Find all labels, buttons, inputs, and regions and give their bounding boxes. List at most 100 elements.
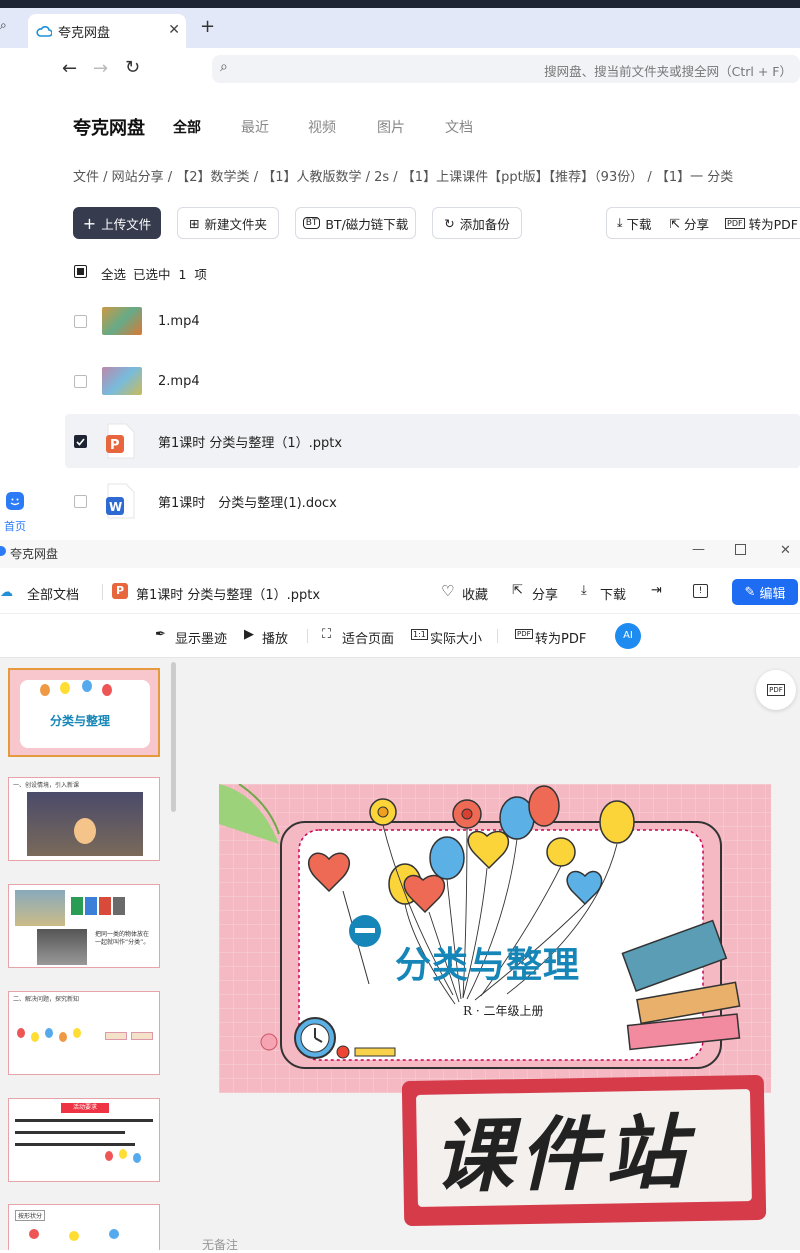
share-icon[interactable]: ⇱ — [670, 216, 680, 231]
close-window-icon[interactable]: ✕ — [780, 543, 791, 558]
window-top-strip — [0, 0, 800, 8]
export-icon[interactable]: ⇥ — [651, 583, 662, 598]
watermark-stamp: 课件站 — [401, 1074, 767, 1227]
browser-tab[interactable]: 夸克网盘 ✕ — [28, 14, 186, 48]
edit-button[interactable]: ✎ 编辑 — [732, 579, 798, 605]
tab-search-icon[interactable]: ⌕ — [0, 18, 20, 38]
slide-thumb-3[interactable]: 把同一类的物体放在一起就叫作“分类”。 — [8, 884, 160, 968]
file-row[interactable]: W 第1课时 分类与整理(1).docx — [65, 474, 800, 528]
bt-icon: BT — [302, 217, 321, 229]
pdf-convert-float-icon[interactable]: PDF — [756, 670, 796, 710]
cloud-icon: ☁ — [0, 585, 13, 600]
play-icon[interactable]: ▶ — [244, 627, 254, 642]
file-row[interactable]: 2.mp4 — [65, 354, 800, 408]
pdf-icon[interactable]: PDF — [515, 629, 533, 639]
tab-video[interactable]: 视频 — [308, 117, 336, 137]
folder-plus-icon: ⊞ — [189, 215, 200, 231]
tab-all[interactable]: 全部 — [173, 117, 201, 137]
file-name[interactable]: 第1课时 分类与整理(1).docx — [158, 492, 337, 511]
download-icon[interactable]: ⤓ — [617, 215, 623, 231]
all-docs-link[interactable]: 全部文档 — [27, 584, 79, 603]
slide-title: 分类与整理 — [395, 945, 581, 986]
slide-thumb-4[interactable]: 二、解决问题，探究新知 — [8, 991, 160, 1075]
play-button[interactable]: 播放 — [262, 628, 288, 647]
add-backup-button[interactable]: ↻ 添加备份 — [432, 207, 522, 239]
plus-icon: + — [82, 213, 97, 233]
actual-size-button[interactable]: 实际大小 — [430, 628, 482, 647]
fit-page-button[interactable]: 适合页面 — [342, 628, 394, 647]
download-icon[interactable]: ⤓ — [581, 583, 587, 598]
file-checkbox[interactable] — [74, 494, 87, 508]
heart-icon[interactable]: ♡ — [441, 582, 454, 600]
file-row-selected[interactable]: P 第1课时 分类与整理（1）.pptx — [65, 414, 800, 468]
tab-image[interactable]: 图片 — [377, 117, 405, 137]
download-button[interactable]: 下载 — [627, 214, 652, 233]
drive-brand: 夸克网盘 — [73, 118, 145, 139]
divider — [102, 584, 103, 600]
viewer-titlebar — [0, 540, 800, 568]
pptx-icon: P — [112, 583, 128, 599]
watermark-text: 课件站 — [432, 1106, 692, 1204]
ai-assistant-icon[interactable]: AI — [615, 623, 641, 649]
feedback-icon[interactable]: ! — [693, 584, 708, 598]
file-checkbox[interactable] — [74, 374, 87, 388]
actual-size-icon[interactable]: 1:1 — [411, 629, 428, 640]
video-thumbnail — [102, 367, 142, 395]
svg-text:W: W — [109, 500, 122, 514]
new-folder-button[interactable]: ⊞ 新建文件夹 — [177, 207, 279, 239]
slide-thumb-1[interactable]: 分类与整理 — [8, 668, 160, 757]
cloud-icon — [36, 25, 53, 37]
ink-icon[interactable]: ✒ — [155, 627, 166, 642]
viewer-to-pdf-button[interactable]: 转为PDF — [535, 628, 586, 647]
to-pdf-button[interactable]: 转为PDF — [749, 214, 798, 233]
search-input[interactable]: ⌕ 搜网盘、搜当前文件夹或搜全网（Ctrl + F） — [212, 55, 800, 83]
show-ink-button[interactable]: 显示墨迹 — [175, 628, 227, 647]
share-button[interactable]: 分享 — [684, 214, 709, 233]
select-all-label[interactable]: 全选 — [101, 264, 126, 283]
thumbnail-scrollbar[interactable] — [171, 662, 176, 812]
upload-button[interactable]: + 上传文件 — [73, 207, 161, 239]
file-name[interactable]: 第1课时 分类与整理（1）.pptx — [158, 432, 342, 451]
divider — [307, 629, 308, 643]
viewer-share-button[interactable]: 分享 — [532, 584, 558, 603]
file-name[interactable]: 2.mp4 — [158, 374, 200, 389]
select-all-checkbox[interactable] — [74, 265, 87, 278]
left-rail — [0, 90, 40, 540]
tab-recent[interactable]: 最近 — [241, 117, 269, 137]
home-label[interactable]: 首页 — [4, 518, 26, 534]
selected-count: 已选中 1 项 — [133, 267, 207, 282]
close-icon[interactable]: ✕ — [168, 22, 180, 38]
file-action-group: ⤓ 下载 ⇱ 分享 PDF 转为PDF — [606, 207, 800, 239]
reload-icon[interactable]: ↻ — [125, 57, 140, 78]
file-row[interactable]: 1.mp4 — [65, 294, 800, 348]
fit-icon[interactable]: ⛶ — [322, 627, 331, 642]
slide-thumb-2[interactable]: 一、创设情境，引入新课 — [8, 777, 160, 861]
home-icon[interactable] — [6, 492, 24, 510]
file-checkbox-checked[interactable] — [74, 434, 87, 448]
pdf-icon[interactable]: PDF — [725, 217, 745, 229]
minimize-icon[interactable]: — — [692, 542, 705, 557]
tab-title: 夸克网盘 — [58, 25, 111, 41]
viewer-download-button[interactable]: 下载 — [600, 584, 626, 603]
collect-button[interactable]: 收藏 — [462, 584, 488, 603]
no-notes-label: 无备注 — [202, 1238, 239, 1252]
new-tab-icon[interactable]: + — [200, 16, 215, 37]
tab-docs[interactable]: 文档 — [445, 117, 473, 137]
video-thumbnail — [102, 307, 142, 335]
viewer-toolbar — [0, 614, 800, 658]
bt-download-button[interactable]: BT BT/磁力链下载 — [295, 207, 416, 239]
slide-thumb-6[interactable]: 按形状分 — [8, 1204, 160, 1250]
search-icon: ⌕ — [220, 59, 228, 75]
slide-subtitle: R · 二年级上册 — [463, 1004, 544, 1018]
back-icon[interactable]: ← — [62, 58, 77, 79]
slide-thumb-5[interactable]: 活动要求 — [8, 1098, 160, 1182]
file-checkbox[interactable] — [74, 314, 87, 328]
file-name[interactable]: 1.mp4 — [158, 314, 200, 329]
pencil-icon: ✎ — [744, 584, 756, 600]
maximize-icon[interactable] — [735, 544, 746, 555]
share-icon[interactable]: ⇱ — [512, 583, 523, 598]
forward-icon[interactable]: → — [93, 58, 108, 79]
slide-main: 分类与整理 R · 二年级上册 — [219, 784, 771, 1093]
breadcrumb[interactable]: 文件 / 网站分享 / 【2】数学类 / 【1】人教版数学 / 2s / 【1】… — [73, 166, 733, 185]
sync-icon: ↻ — [444, 215, 455, 231]
